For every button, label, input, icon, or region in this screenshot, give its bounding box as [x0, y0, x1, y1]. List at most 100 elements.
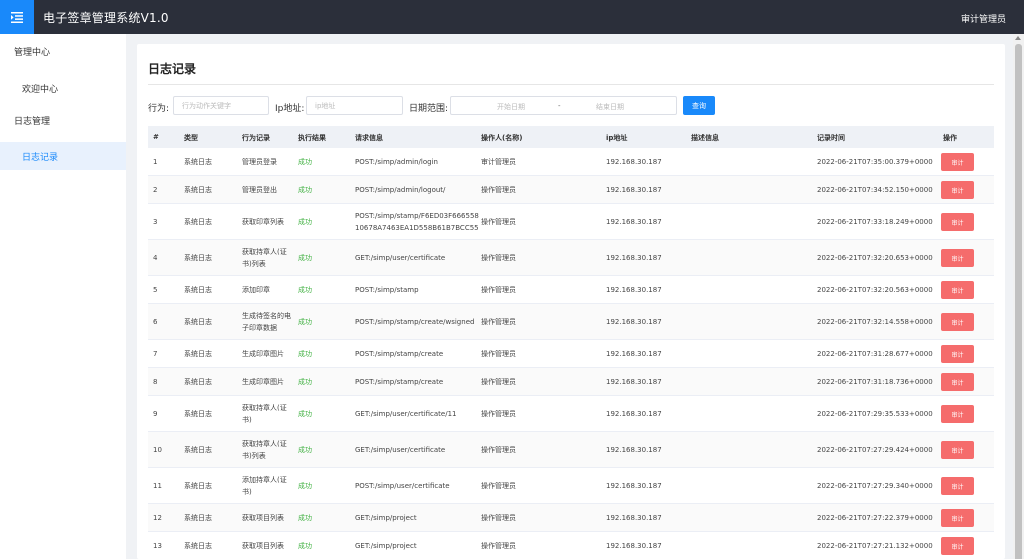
sidebar-item-log-record[interactable]: 日志记录: [0, 142, 126, 170]
page-title: 日志记录: [148, 62, 197, 76]
scroll-up-icon[interactable]: [1015, 36, 1021, 40]
col-request: 请求信息: [355, 134, 383, 142]
cell-type: 系统日志: [184, 318, 212, 326]
col-type: 类型: [184, 134, 198, 142]
behavior-input[interactable]: 行为动作关键字: [173, 96, 269, 115]
cell-operator: 操作管理员: [481, 186, 516, 194]
audit-button[interactable]: 审计: [941, 313, 974, 331]
date-end-input[interactable]: 结束日期: [596, 102, 624, 112]
page-scrollbar[interactable]: [1013, 34, 1024, 559]
cell-time: 2022-06-21T07:35:00.379+0000: [817, 158, 933, 166]
cell-no: 9: [153, 410, 158, 418]
cell-ip: 192.168.30.187: [606, 158, 662, 166]
cell-behavior: 获取印章列表: [242, 218, 284, 226]
audit-button[interactable]: 审计: [941, 249, 974, 267]
sidebar-item-welcome[interactable]: 欢迎中心: [0, 74, 126, 102]
table-row: 10 系统日志 获取持章人(证书)列表 成功 GET:/simp/user/certif…: [148, 432, 994, 468]
cell-time: 2022-06-21T07:31:18.736+0000: [817, 378, 933, 386]
date-start-input[interactable]: 开始日期: [497, 102, 525, 112]
cell-ip: 192.168.30.187: [606, 542, 662, 550]
cell-ip: 192.168.30.187: [606, 254, 662, 262]
cell-time: 2022-06-21T07:27:29.340+0000: [817, 482, 933, 490]
cell-behavior: 管理员登出: [242, 186, 277, 194]
cell-no: 1: [153, 158, 158, 166]
audit-button[interactable]: 审计: [941, 181, 974, 199]
col-index: #: [153, 133, 159, 141]
audit-button[interactable]: 审计: [941, 153, 974, 171]
current-user[interactable]: 审计管理员: [961, 12, 1006, 25]
cell-time: 2022-06-21T07:32:14.558+0000: [817, 318, 933, 326]
cell-ip: 192.168.30.187: [606, 350, 662, 358]
cell-behavior: 获取持章人(证书)列表: [242, 248, 287, 268]
cell-type: 系统日志: [184, 186, 212, 194]
cell-type: 系统日志: [184, 350, 212, 358]
cell-ip: 192.168.30.187: [606, 218, 662, 226]
table-row: 5 系统日志 添加印章 成功 POST:/simp/stamp 操作管理员 192.168.…: [148, 276, 994, 304]
cell-result: 成功: [298, 446, 312, 454]
cell-time: 2022-06-21T07:32:20.563+0000: [817, 286, 933, 294]
date-range-picker[interactable]: 开始日期 - 结束日期: [450, 96, 677, 115]
audit-button[interactable]: 审计: [941, 441, 974, 459]
cell-time: 2022-06-21T07:29:35.533+0000: [817, 410, 933, 418]
cell-type: 系统日志: [184, 410, 212, 418]
cell-request: POST:/simp/stamp/F6ED03F666558 10678A746…: [355, 212, 479, 232]
cell-operator: 操作管理员: [481, 318, 516, 326]
cell-operator: 操作管理员: [481, 378, 516, 386]
col-action: 操作: [943, 134, 957, 142]
audit-button[interactable]: 审计: [941, 477, 974, 495]
cell-no: 13: [153, 542, 162, 550]
app-title: 电子签章管理系统V1.0: [43, 10, 169, 25]
audit-button[interactable]: 审计: [941, 345, 974, 363]
cell-operator: 操作管理员: [481, 410, 516, 418]
top-header: 电子签章管理系统V1.0 审计管理员: [0, 0, 1024, 34]
cell-behavior: 管理员登录: [242, 158, 277, 166]
search-button[interactable]: 查询: [683, 96, 715, 115]
audit-button[interactable]: 审计: [941, 509, 974, 527]
menu-toggle-button[interactable]: [0, 0, 34, 34]
cell-result: 成功: [298, 318, 312, 326]
cell-request: POST:/simp/stamp/create/wsigned: [355, 318, 475, 326]
cell-time: 2022-06-21T07:27:21.132+0000: [817, 542, 933, 550]
cell-request: GET:/simp/user/certificate: [355, 446, 446, 454]
cell-ip: 192.168.30.187: [606, 514, 662, 522]
ip-input[interactable]: ip地址: [306, 96, 403, 115]
cell-no: 5: [153, 286, 158, 294]
cell-operator: 操作管理员: [481, 218, 516, 226]
cell-behavior: 生成印章图片: [242, 378, 284, 386]
cell-ip: 192.168.30.187: [606, 286, 662, 294]
audit-button[interactable]: 审计: [941, 537, 974, 555]
cell-no: 12: [153, 514, 162, 522]
cell-behavior: 获取持章人(证书)列表: [242, 440, 287, 460]
audit-button[interactable]: 审计: [941, 405, 974, 423]
cell-behavior: 生成印章图片: [242, 350, 284, 358]
cell-result: 成功: [298, 158, 312, 166]
cell-no: 11: [153, 482, 162, 490]
cell-type: 系统日志: [184, 218, 212, 226]
cell-ip: 192.168.30.187: [606, 378, 662, 386]
cell-type: 系统日志: [184, 446, 212, 454]
table-row: 7 系统日志 生成印章图片 成功 POST:/simp/stamp/create 操作管理…: [148, 340, 994, 368]
cell-operator: 操作管理员: [481, 542, 516, 550]
ip-label: Ip地址:: [275, 104, 305, 114]
table-row: 1 系统日志 管理员登录 成功 POST:/simp/admin/login 审计管理员 1…: [148, 148, 994, 176]
cell-behavior: 获取项目列表: [242, 542, 284, 550]
cell-request: POST:/simp/stamp/create: [355, 350, 444, 358]
table-row: 11 系统日志 添加持章人(证书) 成功 POST:/simp/user/certifi…: [148, 468, 994, 504]
cell-result: 成功: [298, 542, 312, 550]
table-row: 9 系统日志 获取持章人(证书) 成功 GET:/simp/user/certifica…: [148, 396, 994, 432]
sidebar-group-management[interactable]: 管理中心: [14, 45, 50, 58]
col-behavior: 行为记录: [242, 134, 270, 142]
audit-button[interactable]: 审计: [941, 373, 974, 391]
cell-no: 8: [153, 378, 158, 386]
cell-ip: 192.168.30.187: [606, 446, 662, 454]
scrollbar-thumb[interactable]: [1015, 44, 1022, 559]
audit-button[interactable]: 审计: [941, 213, 974, 231]
audit-button[interactable]: 审计: [941, 281, 974, 299]
table-row: 2 系统日志 管理员登出 成功 POST:/simp/admin/logout/操作管理…: [148, 176, 994, 204]
cell-request: POST:/simp/stamp/create: [355, 378, 444, 386]
cell-ip: 192.168.30.187: [606, 482, 662, 490]
cell-no: 7: [153, 350, 158, 358]
cell-type: 系统日志: [184, 542, 212, 550]
sidebar-group-log[interactable]: 日志管理: [14, 114, 50, 127]
cell-result: 成功: [298, 350, 312, 358]
